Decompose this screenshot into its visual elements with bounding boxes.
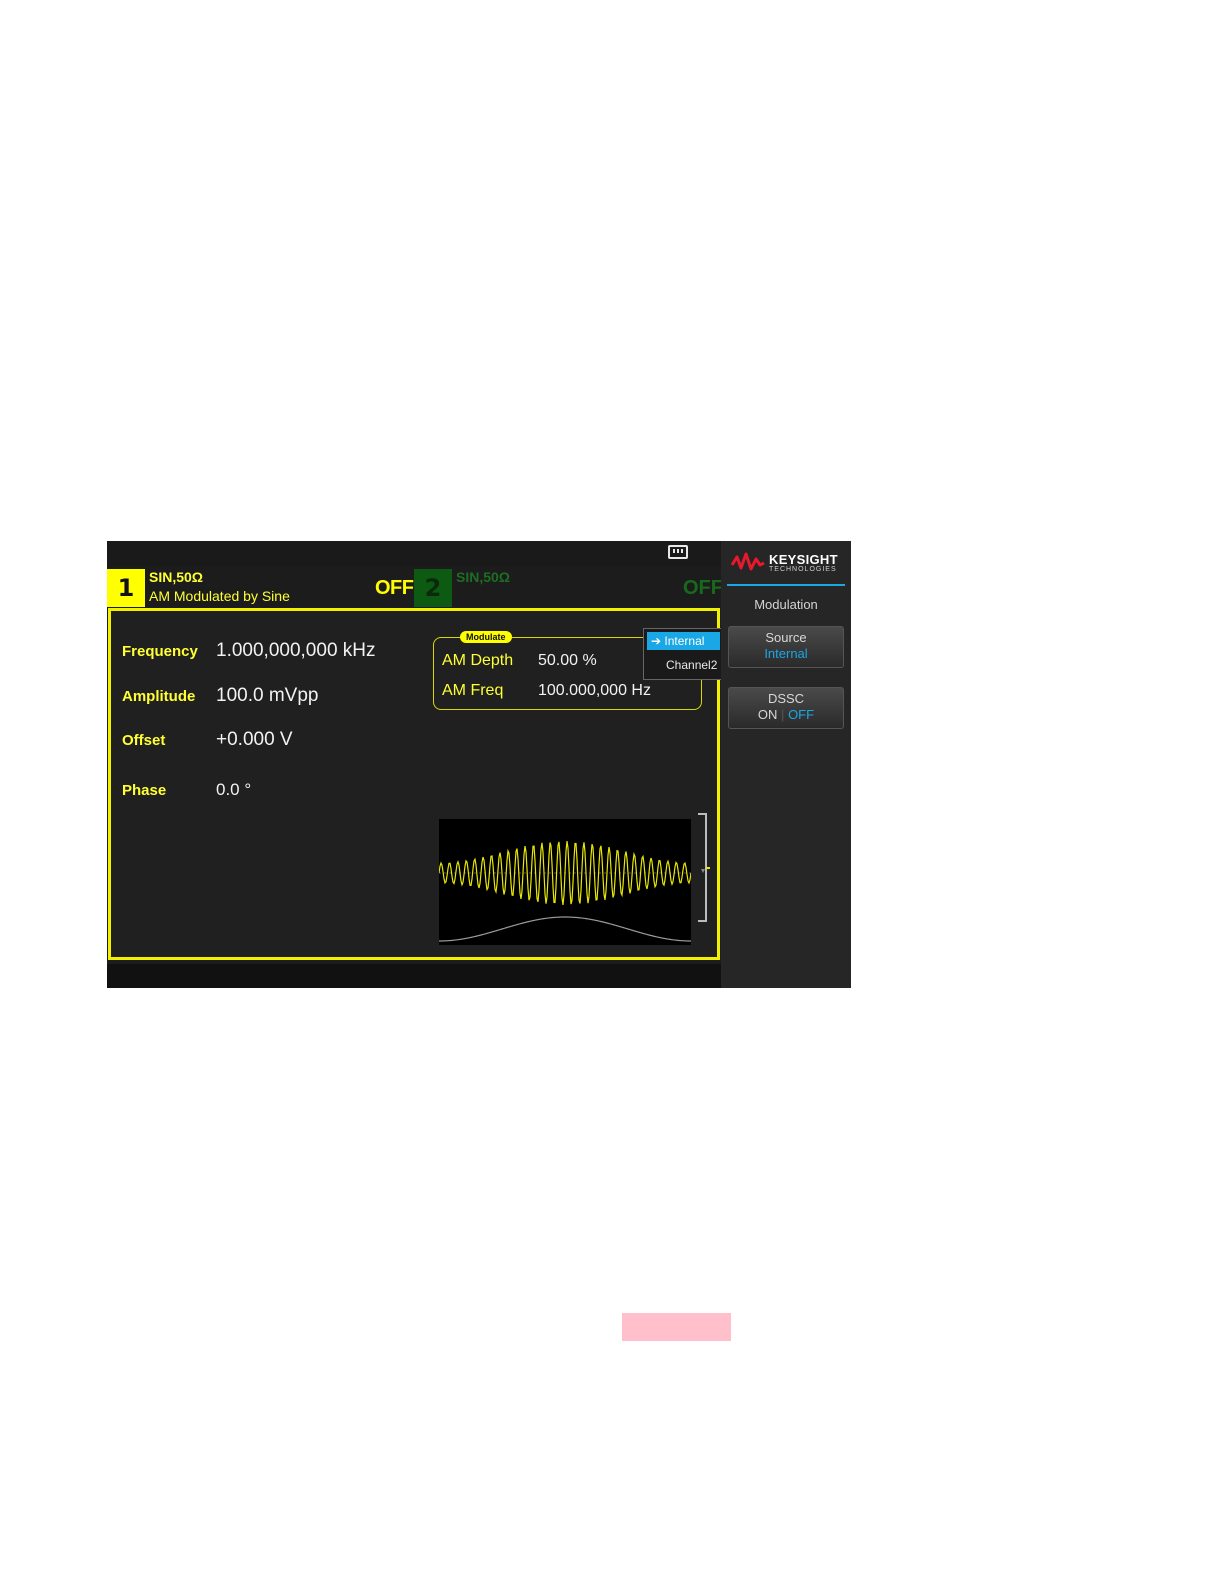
dssc-on-option: ON bbox=[757, 707, 778, 722]
highlight-marker bbox=[622, 1313, 731, 1341]
dssc-separator: | bbox=[781, 707, 785, 722]
am-waveform-trace bbox=[438, 841, 692, 905]
channel1-output-state[interactable]: OFF bbox=[375, 577, 414, 600]
scale-bracket bbox=[696, 813, 710, 922]
channel2-waveform: SIN,50Ω bbox=[456, 569, 511, 585]
source-option-internal-label: Internal bbox=[664, 634, 705, 648]
am-freq-label[interactable]: AM Freq bbox=[442, 682, 503, 700]
am-depth-value[interactable]: 50.00 % bbox=[538, 652, 597, 670]
amplitude-label[interactable]: Amplitude bbox=[122, 688, 195, 705]
waveform-preview bbox=[438, 819, 692, 945]
modulating-waveform-trace bbox=[439, 916, 691, 942]
phase-label[interactable]: Phase bbox=[122, 782, 166, 799]
modulate-tag: Modulate bbox=[460, 631, 512, 643]
phase-value[interactable]: 0.0 ° bbox=[216, 780, 251, 800]
source-softkey-value: Internal bbox=[764, 646, 808, 661]
keysight-logo-icon bbox=[731, 552, 765, 571]
channel1-waveform: SIN,50Ω bbox=[149, 569, 204, 585]
source-softkey[interactable]: Source Internal bbox=[728, 626, 844, 668]
dssc-softkey-label: DSSC bbox=[767, 691, 805, 706]
softkey-panel: KEYSIGHT TECHNOLOGIES Modulation Source … bbox=[721, 541, 851, 988]
dssc-softkey[interactable]: DSSC ON | OFF bbox=[728, 687, 844, 729]
frequency-value[interactable]: 1.000,000,000 kHz bbox=[216, 640, 376, 662]
source-option-channel2[interactable]: Channel2 bbox=[666, 658, 717, 672]
channel1-parameter-panel: Frequency 1.000,000,000 kHz Amplitude 10… bbox=[108, 608, 723, 960]
status-bar bbox=[107, 541, 721, 567]
channel1-description: AM Modulated by Sine bbox=[149, 588, 290, 604]
source-dropdown: ➔ Internal Channel2 bbox=[643, 628, 723, 680]
offset-value[interactable]: +0.000 V bbox=[216, 729, 293, 751]
channel1-number[interactable]: 1 bbox=[107, 569, 145, 607]
instrument-screen: 1 SIN,50Ω AM Modulated by Sine OFF 2 SIN… bbox=[107, 541, 851, 988]
arrow-right-icon: ➔ bbox=[651, 634, 662, 648]
bottom-bar bbox=[107, 964, 721, 988]
source-softkey-label: Source bbox=[765, 630, 807, 645]
menu-title: Modulation bbox=[754, 597, 818, 612]
am-freq-value[interactable]: 100.000,000 Hz bbox=[538, 682, 651, 700]
source-option-internal[interactable]: ➔ Internal bbox=[647, 632, 720, 650]
brand-name: KEYSIGHT bbox=[769, 552, 838, 567]
dssc-off-option: OFF bbox=[788, 707, 815, 722]
channel2-number[interactable]: 2 bbox=[414, 569, 452, 607]
frequency-label[interactable]: Frequency bbox=[122, 643, 198, 660]
amplitude-value[interactable]: 100.0 mVpp bbox=[216, 685, 318, 707]
offset-label[interactable]: Offset bbox=[122, 732, 165, 749]
am-depth-label[interactable]: AM Depth bbox=[442, 652, 513, 670]
channel2-output-state[interactable]: OFF bbox=[683, 577, 723, 600]
menu-divider bbox=[727, 584, 845, 586]
brand-subtitle: TECHNOLOGIES bbox=[769, 566, 837, 573]
lan-status-icon bbox=[668, 545, 688, 559]
